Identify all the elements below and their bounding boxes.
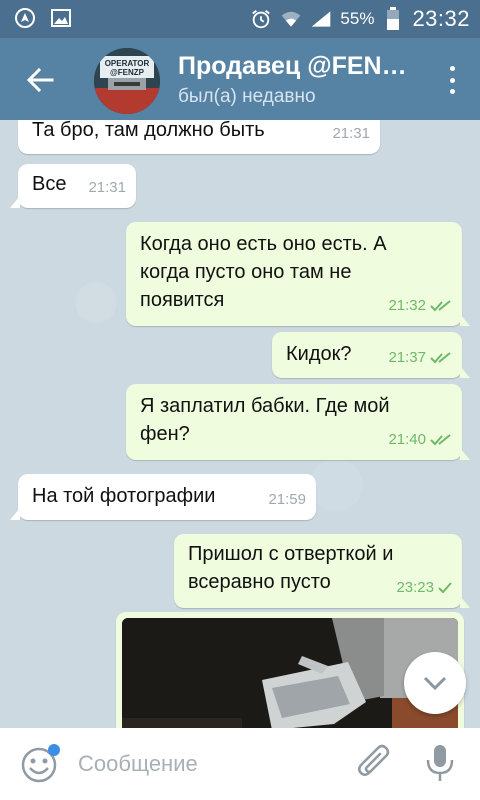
message-time: 21:31	[332, 125, 370, 142]
message-composer	[0, 728, 480, 800]
message-bubble[interactable]: Все 21:31	[10, 164, 136, 208]
avatar[interactable]: OPERATOR @FENZP	[94, 48, 160, 114]
message-bubble[interactable]: Та бро, там должно быть 21:31	[18, 120, 380, 154]
chat-header: OPERATOR @FENZP Продавец @FEN… был(а) не…	[0, 38, 480, 120]
message-time: 21:37	[388, 349, 426, 366]
double-check-icon	[430, 300, 451, 312]
image-icon	[50, 7, 72, 29]
message-text: Та бро, там должно быть	[32, 120, 265, 141]
message-bubble[interactable]: Пришол с отверткой и всеравно пусто 23:2…	[174, 534, 470, 608]
more-button[interactable]	[446, 66, 458, 94]
attach-icon	[358, 744, 390, 776]
message-time: 21:32	[388, 297, 426, 314]
message-bubble[interactable]: Я заплатил бабки. Где мой фен? 21:40	[126, 384, 470, 460]
status-bar: 55% 23:32	[0, 0, 480, 38]
chat-area[interactable]: Та бро, там должно быть 21:31 Все 21:31 …	[0, 120, 480, 728]
attach-button[interactable]	[356, 744, 394, 784]
message-time: 21:59	[268, 491, 306, 508]
message-bubble[interactable]: Кидок? 21:37	[272, 332, 470, 378]
message-time: 23:23	[396, 579, 434, 596]
check-icon	[438, 582, 452, 594]
avatar-text-1: OPERATOR	[105, 59, 150, 68]
mic-icon	[426, 745, 454, 781]
battery-percent: 55%	[340, 9, 375, 28]
mic-button[interactable]	[424, 742, 456, 784]
wifi-icon	[280, 8, 302, 30]
message-text: На той фотографии	[32, 485, 216, 507]
scroll-down-button[interactable]	[404, 652, 466, 714]
message-time: 21:40	[388, 431, 426, 448]
message-time: 21:31	[88, 179, 126, 196]
emoji-button[interactable]	[20, 744, 60, 784]
back-arrow-icon	[26, 67, 54, 93]
notification-dot	[48, 744, 60, 756]
chat-status: был(а) недавно	[178, 86, 316, 107]
chat-title[interactable]: Продавец @FEN…	[178, 52, 418, 81]
signal-icon	[310, 8, 332, 30]
message-bubble[interactable]: Когда оно есть оно есть. А когда пусто о…	[126, 222, 470, 326]
more-vert-icon	[449, 66, 455, 71]
nav-icon	[14, 7, 36, 29]
status-time: 23:32	[412, 6, 470, 31]
double-check-icon	[430, 352, 451, 364]
message-input[interactable]	[78, 742, 338, 786]
alarm-icon	[250, 8, 272, 30]
chevron-down-icon	[423, 676, 447, 691]
avatar-text-2: @FENZP	[110, 68, 145, 77]
back-button[interactable]	[22, 62, 58, 98]
double-check-icon	[430, 434, 451, 446]
battery-icon	[382, 7, 404, 30]
message-bubble[interactable]: На той фотографии 21:59	[10, 474, 316, 520]
